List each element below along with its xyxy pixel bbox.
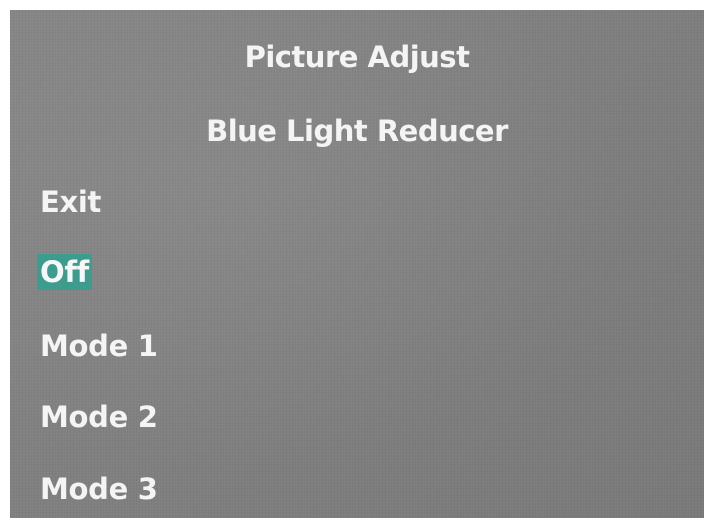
monitor-osd-panel: Picture Adjust Blue Light Reducer Exit O… [10,10,704,518]
osd-title: Picture Adjust [244,40,470,74]
photo-frame: Picture Adjust Blue Light Reducer Exit O… [0,0,707,524]
menu-item-mode-1[interactable]: Mode 1 [37,328,161,364]
screen-texture [10,10,704,518]
menu-item-mode-3[interactable]: Mode 3 [37,471,161,507]
menu-item-exit[interactable]: Exit [37,184,104,220]
osd-subtitle: Blue Light Reducer [206,114,508,148]
menu-item-off[interactable]: Off [37,254,92,290]
menu-item-mode-2[interactable]: Mode 2 [37,399,161,435]
